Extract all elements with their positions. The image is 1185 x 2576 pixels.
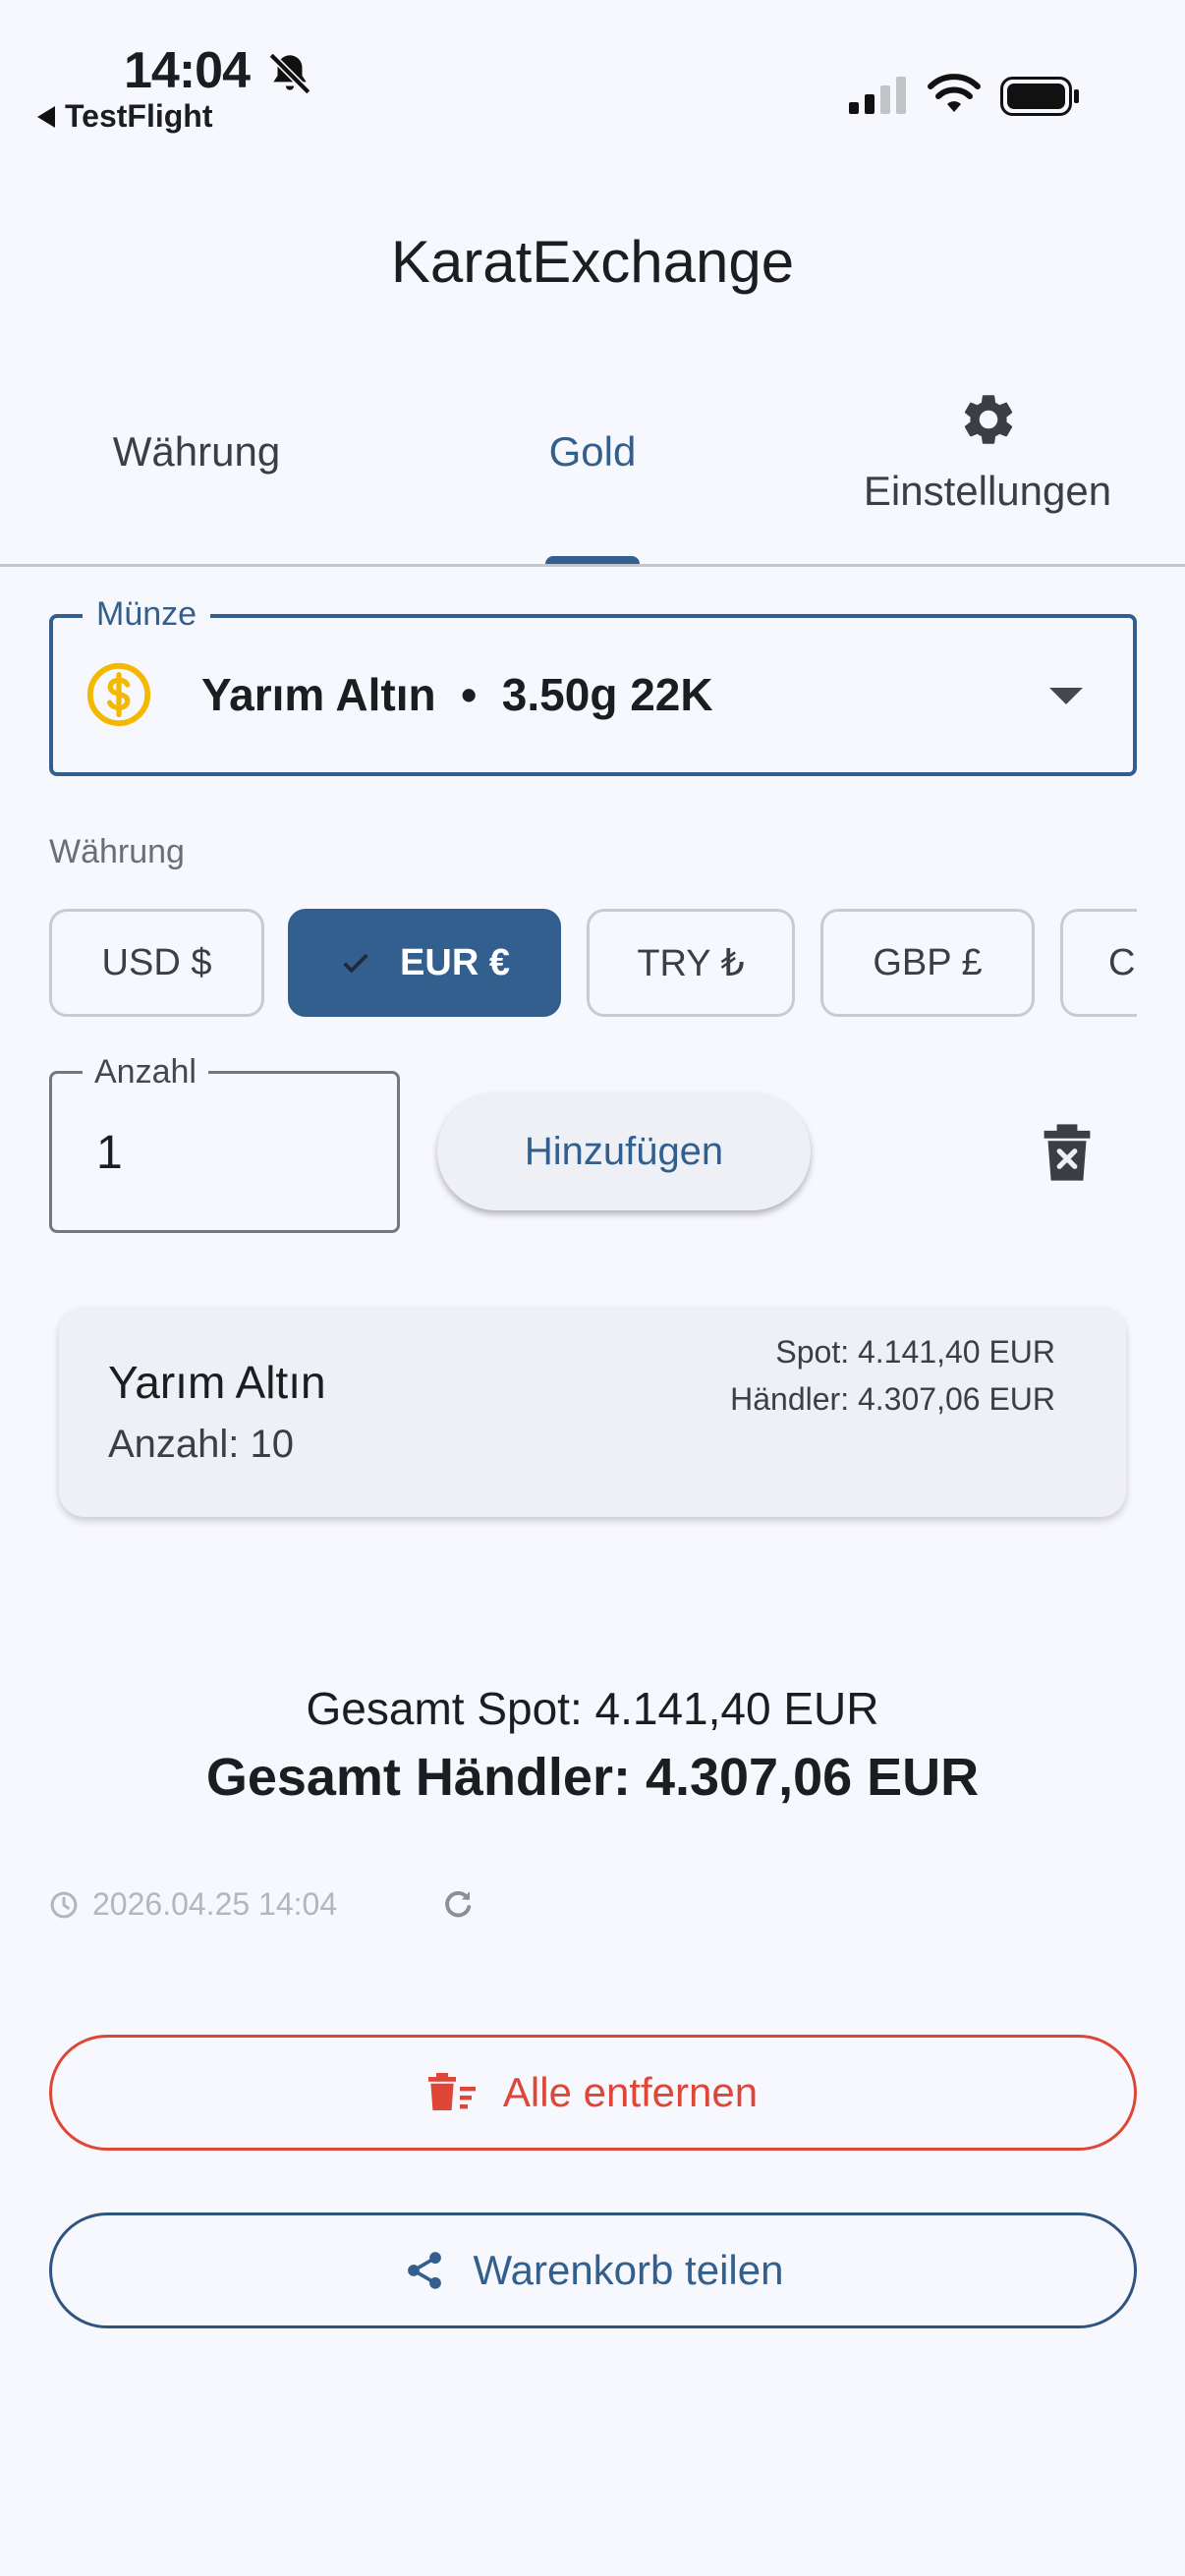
bell-muted-icon [268, 52, 311, 95]
cart-item-spot-price: Spot: 4.141,40 EUR [775, 1334, 1055, 1370]
total-spot: Gesamt Spot: 4.141,40 EUR [306, 1683, 879, 1734]
total-dealer: Gesamt Händler: 4.307,06 EUR [205, 1748, 980, 1807]
chip-eur-label: EUR € [400, 941, 510, 983]
clock-icon [50, 1891, 78, 1919]
add-button[interactable]: Hinzufügen [437, 1092, 811, 1210]
tab-gold[interactable]: Gold [491, 428, 694, 476]
chip-usd[interactable]: USD $ [49, 909, 264, 1017]
chip-gbp[interactable]: GBP £ [820, 909, 1035, 1017]
share-icon [407, 2252, 441, 2289]
gear-icon[interactable] [958, 389, 1019, 450]
last-updated-timestamp: 2026.04.25 14:04 [92, 1886, 338, 1922]
cart-item-dealer-price: Händler: 4.307,06 EUR [730, 1381, 1055, 1417]
delete-icon[interactable] [1042, 1124, 1093, 1181]
back-arrow-icon [37, 105, 55, 128]
remove-all-button[interactable]: Alle entfernen [49, 2035, 1137, 2151]
coin-selected-value: Yarım Altın • 3.50g 22K [201, 669, 713, 720]
trash-list-icon [427, 2073, 476, 2110]
battery-icon [1000, 77, 1079, 116]
share-cart-button[interactable]: Warenkorb teilen [49, 2212, 1137, 2328]
back-to-testflight[interactable]: TestFlight [37, 98, 213, 135]
chip-partial[interactable]: C [1060, 909, 1137, 1017]
cellular-signal-icon [849, 77, 906, 114]
chip-try[interactable]: TRY ₺ [587, 909, 795, 1017]
coin-dropdown-label: Münze [83, 595, 211, 634]
coin-dollar-icon [86, 662, 151, 727]
currency-chip-row: USD $ EUR € TRY ₺ GBP £ C [49, 909, 1137, 1019]
cart-item-name: Yarım Altın [108, 1357, 326, 1408]
chip-eur[interactable]: EUR € [288, 909, 561, 1017]
tab-einstellungen[interactable]: Einstellungen [835, 468, 1140, 515]
check-icon [343, 953, 368, 974]
app-title: KaratExchange [390, 229, 795, 295]
dropdown-caret-icon[interactable] [1049, 688, 1083, 704]
quantity-label: Anzahl [83, 1053, 208, 1092]
quantity-value[interactable]: 1 [96, 1126, 123, 1180]
remove-all-label: Alle entfernen [502, 2069, 759, 2115]
status-time: 14:04 [124, 42, 251, 99]
wifi-icon [928, 74, 981, 112]
back-app-label: TestFlight [65, 98, 213, 134]
tab-divider [0, 564, 1185, 567]
share-cart-label: Warenkorb teilen [473, 2247, 784, 2293]
tab-waehrung[interactable]: Währung [59, 428, 334, 476]
cart-item-quantity: Anzahl: 10 [108, 1423, 295, 1466]
currency-label: Währung [49, 833, 185, 870]
refresh-icon[interactable] [440, 1886, 476, 1922]
